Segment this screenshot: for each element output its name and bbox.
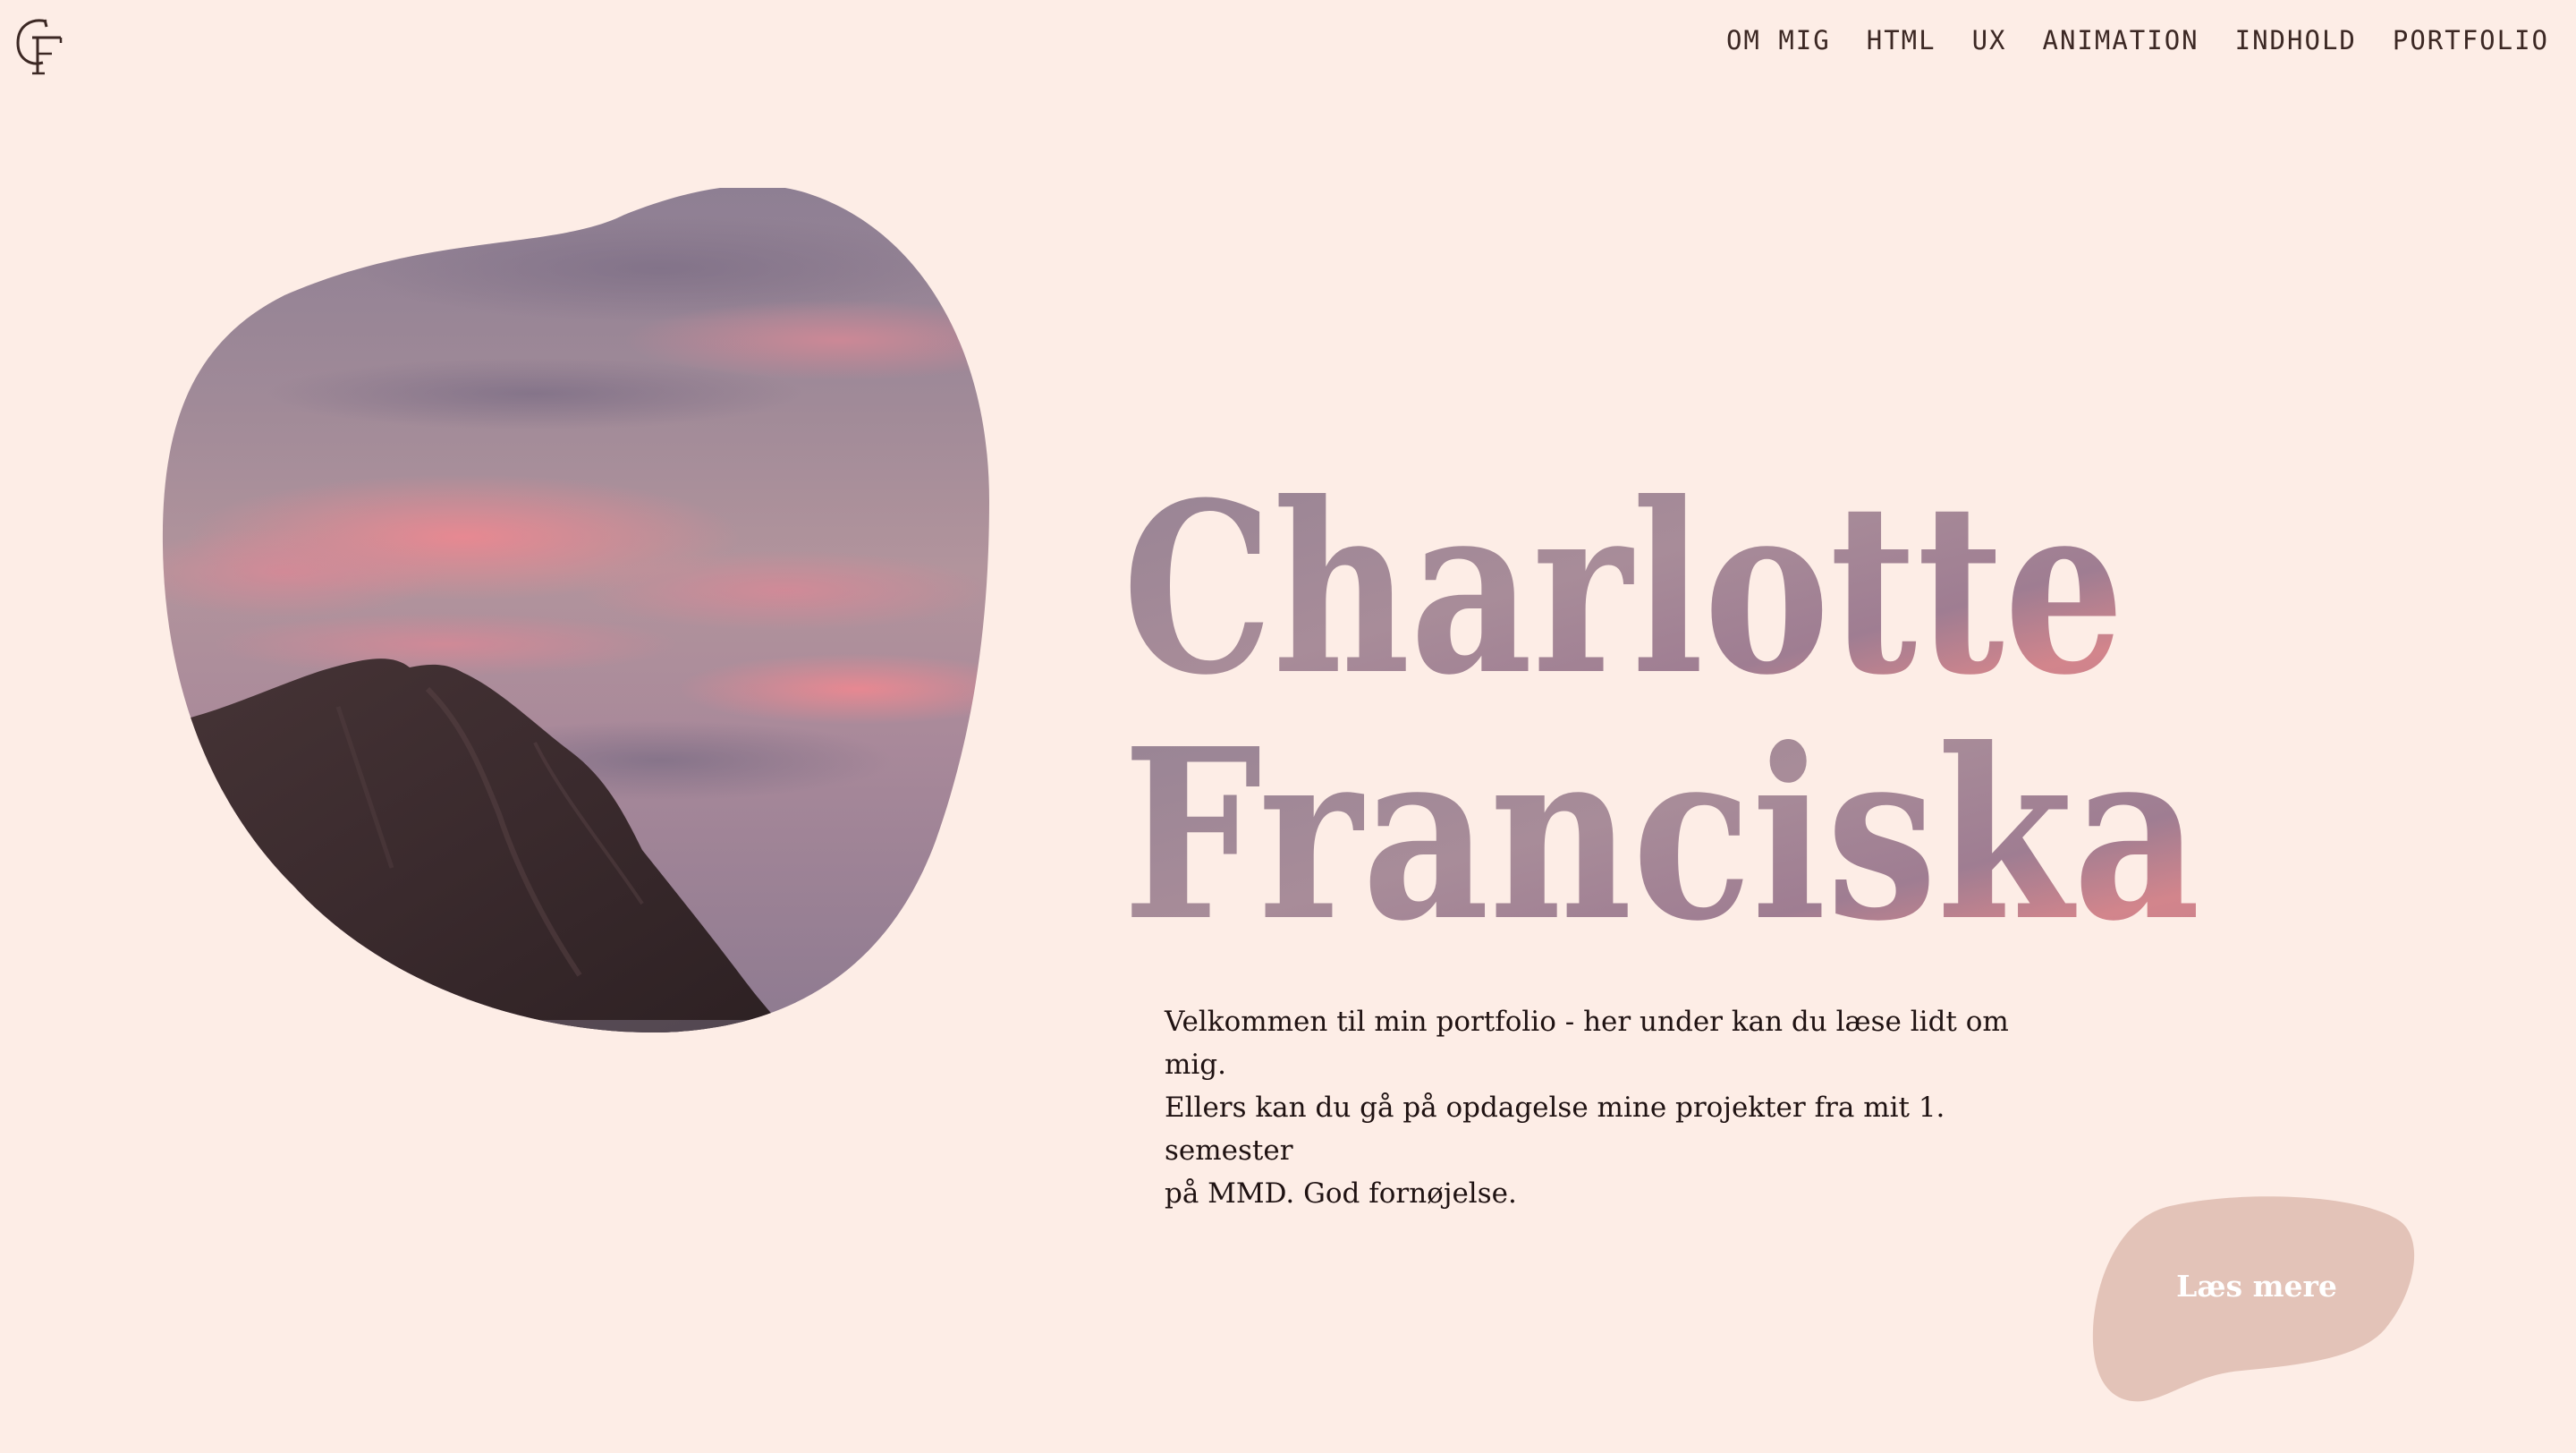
hero-image [159, 188, 1002, 1038]
hero-title-line1: Charlotte [1123, 461, 2124, 726]
logo-monogram-icon [16, 19, 63, 75]
nav-item-om-mig[interactable]: OM MIG [1726, 25, 1831, 55]
intro-text: Velkommen til min portfolio - her under … [1165, 1006, 2009, 1210]
nav-item-indhold[interactable]: INDHOLD [2235, 25, 2357, 55]
main-nav: OM MIG HTML UX ANIMATION INDHOLD PORTFOL… [1726, 25, 2549, 55]
read-more-label: Læs mere [2176, 1269, 2337, 1304]
hero-title: Charlotte Franciska [1123, 451, 2393, 973]
nav-item-ux[interactable]: UX [1972, 25, 2007, 55]
nav-item-portfolio[interactable]: PORTFOLIO [2393, 25, 2549, 55]
hero-title-line2: Franciska [1123, 697, 2200, 944]
nav-item-animation[interactable]: ANIMATION [2043, 25, 2199, 55]
nav-item-html[interactable]: HTML [1867, 25, 1936, 55]
logo-link[interactable] [13, 14, 70, 77]
read-more-button[interactable]: Læs mere [2089, 1195, 2417, 1405]
